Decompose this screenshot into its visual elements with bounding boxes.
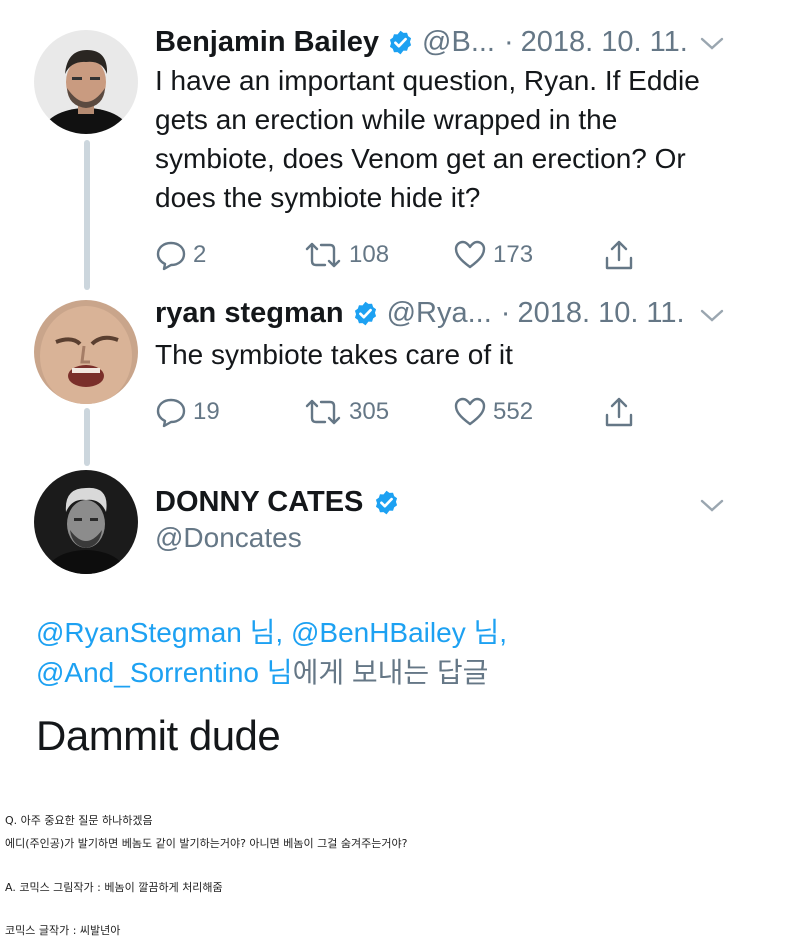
tweet-text: I have an important question, Ryan. If E… xyxy=(155,65,700,213)
chevron-down-icon[interactable] xyxy=(699,36,725,52)
chevron-down-icon[interactable] xyxy=(699,498,725,514)
mention-suffix: 님 xyxy=(259,657,293,688)
reply-button[interactable]: 19 xyxy=(155,394,220,430)
like-count: 173 xyxy=(493,241,534,268)
tweet-header: ryan stegman @Rya... · 2018. 10. 11. xyxy=(155,297,685,330)
like-count: 552 xyxy=(493,398,534,425)
main-tweet-text: Dammit dude xyxy=(36,712,281,759)
avatar-ryan-stegman[interactable] xyxy=(34,300,138,404)
avatar-benjamin-bailey[interactable] xyxy=(34,30,138,134)
reply-count: 2 xyxy=(193,241,207,268)
retweet-icon xyxy=(305,242,341,268)
separator-dot: · xyxy=(500,297,511,329)
share-icon xyxy=(605,397,633,427)
author-name[interactable]: Benjamin Bailey xyxy=(155,26,379,59)
tweet-text: The symbiote takes care of it xyxy=(155,339,513,370)
tweet-date[interactable]: 2018. 10. 11. xyxy=(517,297,684,330)
mention-suffix: 님, xyxy=(241,617,291,648)
author-handle[interactable]: @Rya... xyxy=(387,297,492,330)
tweet-actions: 2 108 173 xyxy=(155,237,655,273)
share-icon xyxy=(605,240,633,270)
thread-line-2 xyxy=(84,408,90,466)
retweet-button[interactable]: 305 xyxy=(303,394,389,430)
mention-suffix: 님, xyxy=(465,617,515,648)
reply-label: 에게 보내는 답글 xyxy=(292,657,489,688)
author-name[interactable]: DONNY CATES xyxy=(155,486,363,519)
reply-icon xyxy=(156,398,186,428)
thread-line-1 xyxy=(84,140,90,290)
retweet-button[interactable]: 108 xyxy=(303,237,389,273)
separator-dot: · xyxy=(503,26,514,58)
like-button[interactable]: 552 xyxy=(453,394,533,430)
avatar-donny-cates[interactable] xyxy=(34,470,138,574)
tweet-actions: 19 305 552 xyxy=(155,394,655,430)
mention-link[interactable]: @RyanStegman xyxy=(36,617,242,648)
retweet-count: 305 xyxy=(349,398,390,425)
like-icon xyxy=(454,397,486,426)
verified-badge-icon xyxy=(352,300,379,327)
author-handle[interactable]: @B... xyxy=(422,26,495,59)
main-author-row: DONNY CATES xyxy=(155,486,408,519)
share-button[interactable] xyxy=(603,237,635,273)
verified-badge-icon xyxy=(373,489,400,516)
reply-count: 19 xyxy=(193,398,220,425)
like-button[interactable]: 173 xyxy=(453,237,533,273)
like-icon xyxy=(454,240,486,269)
share-button[interactable] xyxy=(603,394,635,430)
caption-question-title: Q. 아주 중요한 질문 하나하겠음 xyxy=(5,814,153,827)
reply-button[interactable]: 2 xyxy=(155,237,206,273)
retweet-icon xyxy=(305,399,341,425)
mention-link[interactable]: @And_Sorrentino xyxy=(36,657,259,688)
verified-badge-icon xyxy=(387,29,414,56)
tweet-date[interactable]: 2018. 10. 11. xyxy=(521,26,688,59)
retweet-count: 108 xyxy=(349,241,390,268)
author-handle[interactable]: @Doncates xyxy=(155,522,302,554)
caption-question-body: 에디(주인공)가 발기하면 베놈도 같이 발기하는거야? 아니면 베놈이 그걸 … xyxy=(5,837,408,850)
chevron-down-icon[interactable] xyxy=(699,308,725,324)
caption-answer-writer: 코믹스 글작가 : 씨발년아 xyxy=(5,924,121,937)
author-name[interactable]: ryan stegman xyxy=(155,297,344,330)
caption-answer-artist: A. 코믹스 그림작가 : 베놈이 깔끔하게 처리해줌 xyxy=(5,881,223,894)
reply-icon xyxy=(156,241,186,271)
tweet-header: Benjamin Bailey @B... · 2018. 10. 11. xyxy=(155,26,688,59)
mention-link[interactable]: @BenHBailey xyxy=(291,617,466,648)
replying-to: @RyanStegman 님, @BenHBailey 님, @And_Sorr… xyxy=(36,613,756,693)
